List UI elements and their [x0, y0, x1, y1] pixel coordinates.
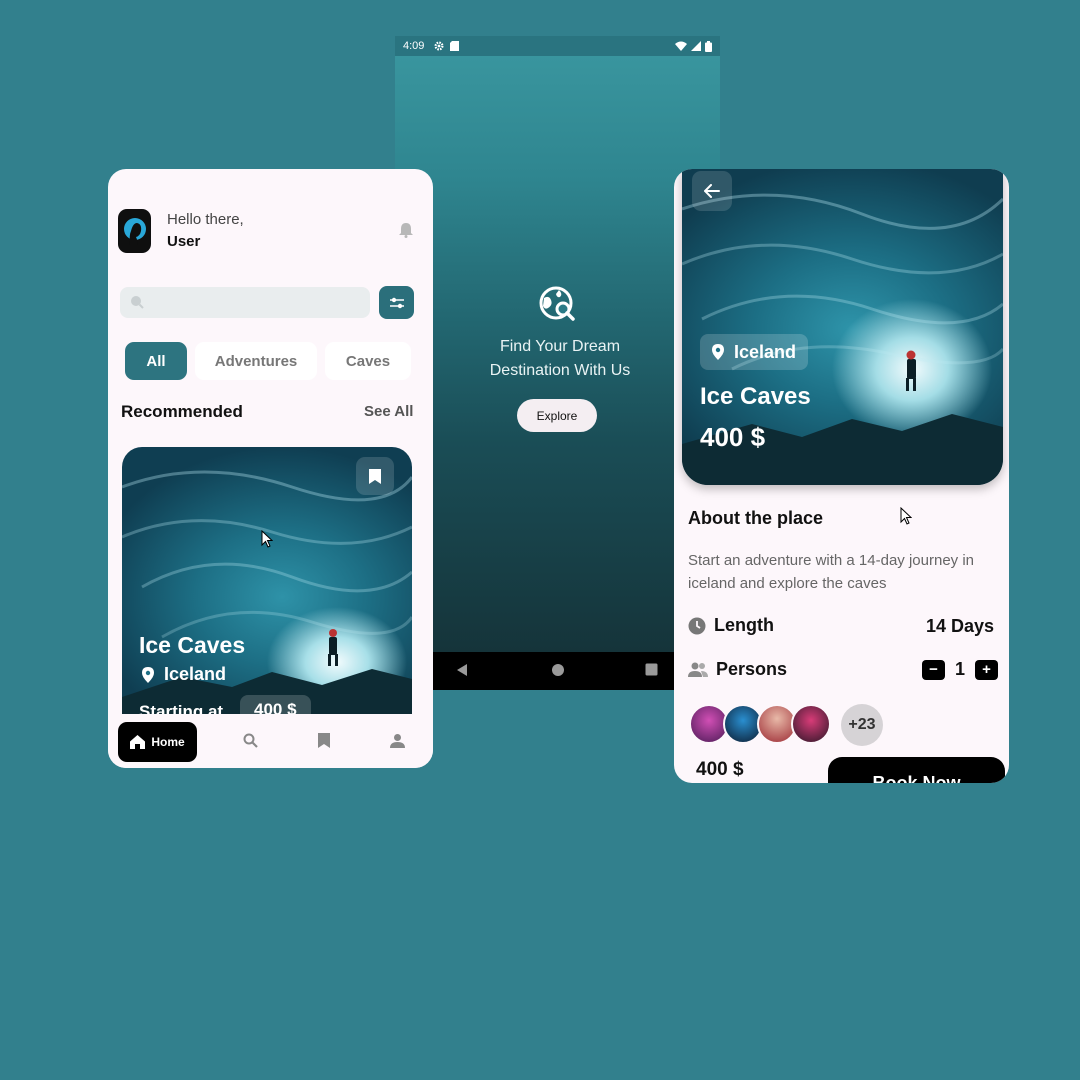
status-bar: 4:09	[395, 36, 720, 56]
sd-card-icon	[450, 41, 460, 51]
nav-recents-square-icon[interactable]	[645, 663, 658, 676]
more-travelers-badge: +23	[841, 704, 883, 746]
persons-count: 1	[955, 659, 966, 679]
globe-search-icon	[539, 286, 577, 324]
splash-background: Find Your Dream Destination With Us Expl…	[395, 56, 720, 652]
tagline-line-2: Destination With Us	[489, 362, 631, 379]
nav-profile-icon[interactable]	[390, 733, 405, 748]
username-text: User	[167, 233, 201, 250]
length-value: 14 Days	[926, 616, 995, 636]
bottom-navigation: Home	[108, 714, 433, 768]
arrow-left-icon	[704, 184, 720, 198]
nav-bookmark-icon[interactable]	[318, 733, 330, 748]
about-heading: About the place	[688, 508, 824, 528]
home-screen: Hello there, User All Adventures Caves R…	[108, 169, 433, 768]
bookmark-icon	[369, 468, 381, 484]
explore-button[interactable]: Explore	[517, 399, 597, 432]
nav-home-label: Home	[151, 735, 185, 749]
search-input[interactable]	[150, 287, 360, 318]
greeting-text: Hello there,	[167, 211, 244, 228]
hero-title: Ice Caves	[700, 383, 811, 410]
category-chip-adventures[interactable]: Adventures	[195, 342, 317, 380]
category-chip-all[interactable]: All	[125, 342, 187, 380]
see-all-link[interactable]: See All	[364, 403, 413, 420]
mouse-cursor-icon	[900, 507, 912, 525]
bookmark-button[interactable]	[356, 457, 394, 495]
details-screen: Iceland Ice Caves 400 $ About the place …	[674, 169, 1009, 783]
destination-card[interactable]: Ice Caves Iceland Starting at 400 $	[122, 447, 412, 737]
nav-home-circle-icon[interactable]	[551, 663, 565, 677]
splash-screen: 4:09 Find Your Dream Destination With Us…	[395, 36, 720, 690]
about-description: Start an adventure with a 14-day journey…	[688, 552, 975, 592]
card-location-text: Iceland	[164, 664, 227, 684]
sliders-icon	[389, 296, 405, 310]
search-bar[interactable]	[120, 287, 370, 318]
card-location: Iceland	[142, 664, 226, 685]
signal-icon	[691, 41, 701, 51]
hero-location-badge: Iceland	[700, 334, 809, 370]
nav-home-tab[interactable]: Home	[118, 722, 197, 762]
traveler-avatar-4	[791, 704, 831, 744]
decrement-button[interactable]: −	[922, 659, 945, 680]
persons-stepper: − 1 +	[922, 659, 999, 680]
clock-icon	[688, 617, 706, 635]
increment-button[interactable]: +	[975, 659, 999, 680]
battery-icon	[705, 40, 712, 52]
filter-button[interactable]	[379, 286, 414, 319]
length-row: Length	[688, 615, 774, 636]
notification-bell-icon[interactable]	[399, 222, 413, 238]
search-icon	[130, 295, 144, 309]
mouse-cursor-icon	[261, 530, 273, 548]
card-title: Ice Caves	[139, 632, 246, 658]
home-icon	[130, 735, 146, 749]
user-avatar[interactable]	[118, 209, 151, 253]
wifi-icon	[675, 41, 687, 51]
category-chip-caves[interactable]: Caves	[325, 342, 411, 380]
nav-search-icon[interactable]	[243, 733, 258, 748]
location-pin-icon	[712, 344, 724, 360]
settings-gear-icon	[434, 41, 444, 51]
book-now-button[interactable]: Book Now	[828, 757, 1005, 783]
people-icon	[688, 662, 708, 678]
location-pin-icon	[142, 666, 154, 683]
hero-price: 400 $	[700, 422, 766, 452]
nav-back-triangle-icon[interactable]	[455, 663, 469, 677]
tagline-line-1: Find Your Dream	[499, 338, 621, 355]
persons-label: Persons	[716, 659, 788, 679]
hero-location-text: Iceland	[734, 341, 797, 362]
back-button[interactable]	[692, 171, 732, 211]
profile-silhouette-icon	[122, 215, 148, 247]
hero-image-card: Iceland Ice Caves 400 $	[682, 169, 1003, 485]
total-price: 400 $	[696, 759, 744, 780]
splash-tagline: Find Your Dream Destination With Us	[395, 335, 720, 383]
android-nav-bar	[395, 652, 720, 690]
recommended-heading: Recommended	[121, 402, 243, 421]
status-time: 4:09	[403, 40, 425, 52]
persons-row: Persons	[688, 659, 787, 680]
length-label: Length	[714, 615, 774, 635]
